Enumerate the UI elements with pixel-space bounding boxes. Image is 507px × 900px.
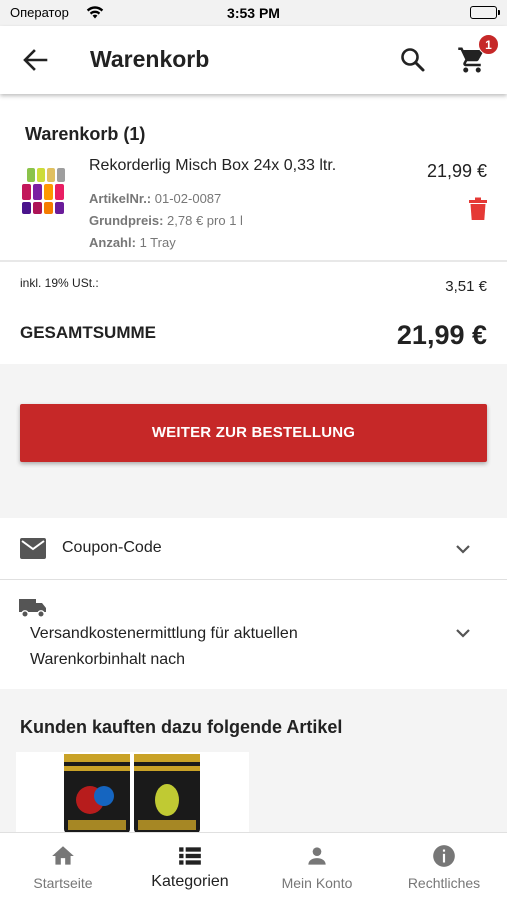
base-price-label: Grundpreis: bbox=[89, 213, 164, 228]
coupon-label: Coupon-Code bbox=[62, 539, 162, 556]
battery-icon bbox=[470, 6, 500, 19]
cart-section: Warenkorb (1) Rekorderlig Misch Box 24x … bbox=[0, 94, 507, 262]
chevron-down-icon[interactable] bbox=[454, 540, 472, 558]
quantity-row: Anzahl: 1 Tray bbox=[89, 235, 176, 250]
mail-icon bbox=[20, 538, 46, 564]
recommendations-title: Kunden kauften dazu folgende Artikel bbox=[20, 717, 343, 737]
info-icon bbox=[431, 843, 457, 869]
vat-value: 3,51 € bbox=[445, 278, 487, 295]
bottom-tab-bar: Startseite Kategorien Mein Konto Rechtli… bbox=[0, 832, 507, 900]
tab-startseite[interactable]: Startseite bbox=[0, 833, 126, 900]
article-number-row: ArtikelNr.: 01-02-0087 bbox=[89, 191, 221, 206]
tab-label: Mein Konto bbox=[281, 875, 353, 891]
totals-section: inkl. 19% USt.: 3,51 € GESAMTSUMME 21,99… bbox=[0, 262, 507, 364]
tab-label: Rechtliches bbox=[407, 875, 481, 891]
cart-count-badge: 1 bbox=[478, 34, 499, 55]
shipping-label-line2: Warenkorbinhalt nach bbox=[30, 651, 186, 668]
tab-label: Kategorien bbox=[151, 873, 229, 890]
recommended-product-image bbox=[64, 754, 200, 832]
person-icon bbox=[304, 843, 330, 869]
article-number-value: 01-02-0087 bbox=[154, 191, 222, 206]
tab-rechtliches[interactable]: Rechtliches bbox=[381, 833, 507, 900]
page-title: Warenkorb bbox=[90, 46, 210, 72]
status-bar: Оператор 3:53 PM bbox=[0, 0, 507, 26]
product-image[interactable] bbox=[20, 166, 70, 216]
shipping-label-line1: Versandkostenermittlung für aktuellen bbox=[30, 625, 298, 642]
cart-heading: Warenkorb (1) bbox=[25, 124, 146, 144]
home-icon bbox=[50, 843, 76, 869]
continue-order-button[interactable]: WEITER ZUR BESTELLUNG bbox=[20, 404, 487, 462]
product-price: 21,99 € bbox=[426, 161, 487, 181]
quantity-value: 1 Tray bbox=[139, 235, 176, 250]
base-price-row: Grundpreis: 2,78 € pro 1 l bbox=[89, 213, 243, 228]
back-arrow-icon[interactable] bbox=[22, 48, 48, 72]
vat-label: inkl. 19% USt.: bbox=[20, 276, 99, 290]
search-icon[interactable] bbox=[400, 47, 426, 73]
tab-kategorien[interactable]: Kategorien bbox=[127, 833, 253, 900]
recommended-product-card[interactable] bbox=[16, 752, 249, 832]
total-label: GESAMTSUMME bbox=[20, 323, 156, 342]
shipping-accordion[interactable]: Versandkostenermittlung für aktuellen Wa… bbox=[0, 581, 507, 689]
chevron-down-icon[interactable] bbox=[454, 624, 472, 642]
clock: 3:53 PM bbox=[227, 5, 280, 21]
product-name[interactable]: Rekorderlig Misch Box 24x 0,33 ltr. bbox=[89, 157, 336, 175]
coupon-accordion[interactable]: Coupon-Code bbox=[0, 518, 507, 580]
article-number-label: ArtikelNr.: bbox=[89, 191, 152, 206]
total-value: 21,99 € bbox=[396, 320, 487, 350]
tab-mein-konto[interactable]: Mein Konto bbox=[254, 833, 380, 900]
truck-icon bbox=[18, 597, 48, 624]
quantity-label: Anzahl: bbox=[89, 235, 136, 250]
list-icon bbox=[177, 843, 203, 869]
tab-label: Startseite bbox=[33, 875, 93, 891]
delete-icon[interactable] bbox=[468, 197, 488, 221]
recommendations-section: Kunden kauften dazu folgende Artikel bbox=[0, 689, 507, 832]
app-bar: Warenkorb 1 bbox=[0, 26, 507, 94]
base-price-value: 2,78 € pro 1 l bbox=[167, 213, 243, 228]
